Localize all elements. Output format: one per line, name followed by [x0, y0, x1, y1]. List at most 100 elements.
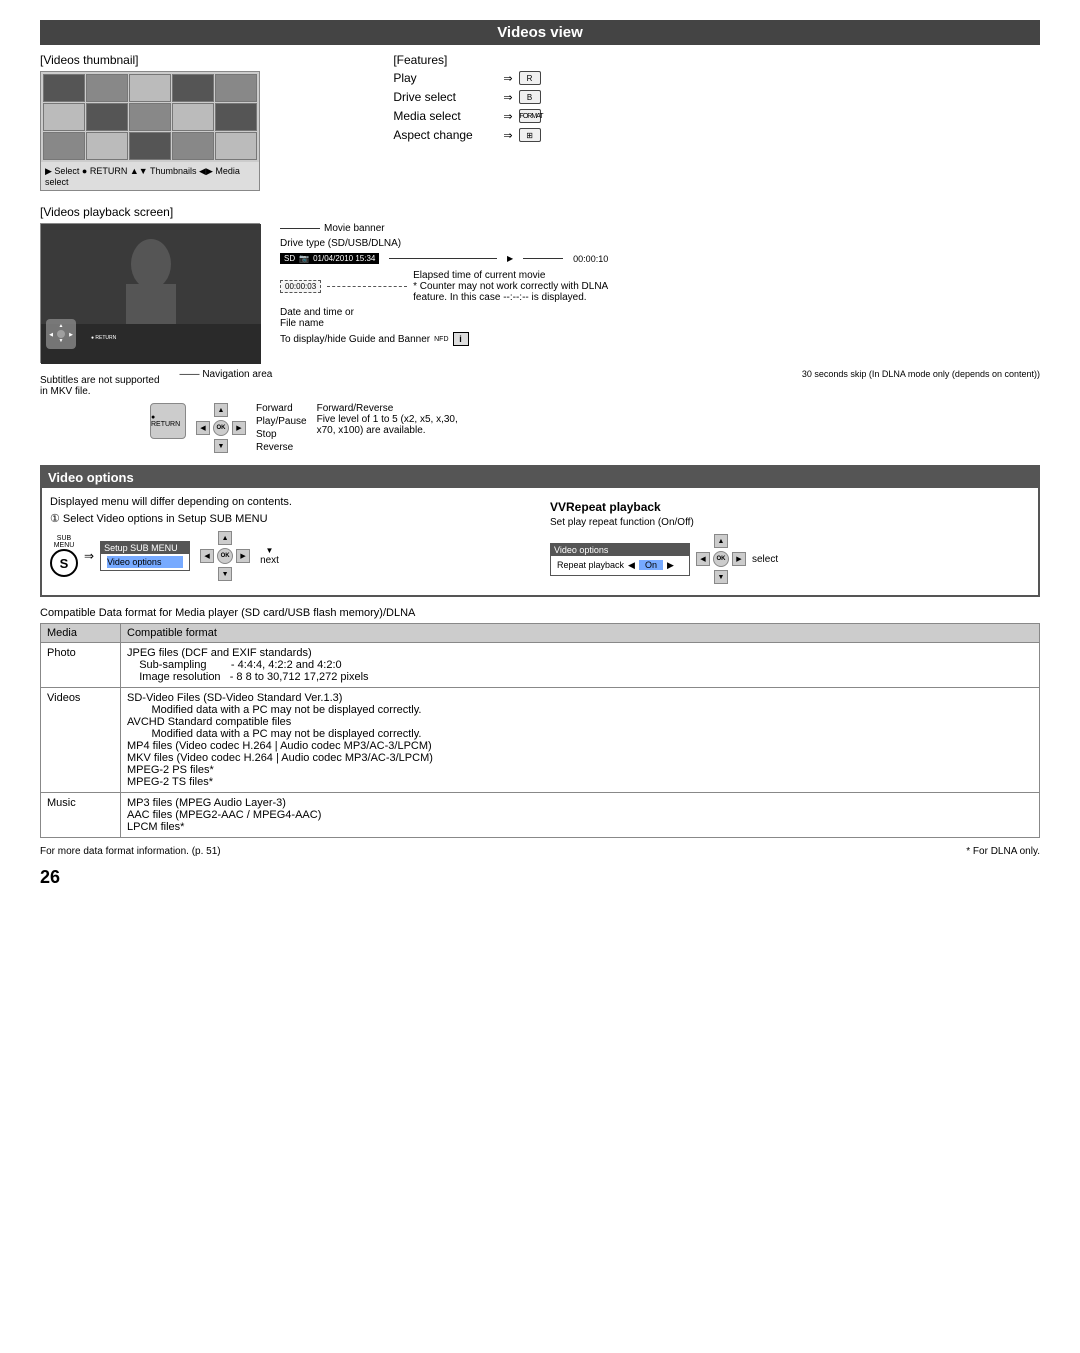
thumb-cell [86, 132, 128, 160]
dpad-up-button[interactable]: ▲ [214, 403, 228, 417]
thumb-cell [86, 74, 128, 102]
drive-datetime: 01/04/2010 15:34 [313, 254, 375, 263]
feature-play-label: Play [393, 71, 503, 85]
thumb-cell [129, 103, 171, 131]
repeat-item-label: Repeat playback [557, 560, 624, 570]
video-options-section: Video options Displayed menu will differ… [40, 465, 1040, 597]
sub-s-icon: S [50, 549, 78, 577]
features-section: [Features] Play ⇒ R Drive select ⇒ B Med… [393, 53, 1040, 191]
repeat-control-box: Video options Repeat playback ◀ On ▶ [550, 543, 690, 576]
forward-reverse-note: Forward/Reverse Five level of 1 to 5 (x2… [317, 403, 458, 436]
dpad-right-button[interactable]: ▶ [232, 421, 246, 435]
thumbnail-section: [Videos thumbnail] [40, 53, 363, 191]
menu-dpad-up[interactable]: ▲ [218, 531, 232, 545]
elapsed-label: Elapsed time of current movie [413, 270, 608, 281]
time-line [523, 258, 563, 259]
subtitles-note: Subtitles are not supportedin MKV file. [40, 375, 160, 397]
aspect-button-icon: ⊞ [519, 128, 541, 142]
media-photo: Photo [41, 643, 121, 688]
videos-view-section: Videos view [Videos thumbnail] [40, 20, 1040, 455]
menu-dpad-right[interactable]: ▶ [236, 549, 250, 563]
playback-screen-label: [Videos playback screen] [40, 205, 1040, 219]
skip-note-container: 30 seconds skip (In DLNA mode only (depe… [282, 369, 1040, 379]
levels-label: Five level of 1 to 5 (x2, x5, x,30, [317, 414, 458, 425]
col-format-header: Compatible format [121, 624, 1040, 643]
col-media-header: Media [41, 624, 121, 643]
table-row-videos: Videos SD-Video Files (SD-Video Standard… [41, 688, 1040, 793]
svg-text:▲: ▲ [59, 323, 64, 329]
levels2-label: x70, x100) are available. [317, 425, 458, 436]
total-time-display: 00:00:10 [573, 254, 608, 264]
forward-reverse-label: Forward/Reverse [317, 403, 458, 414]
thumb-cell [43, 103, 85, 131]
repeat-dpad-down[interactable]: ▼ [714, 570, 728, 584]
video-options-content: Displayed menu will differ depending on … [50, 496, 1030, 587]
repeat-control-row: Video options Repeat playback ◀ On ▶ ▲ [550, 534, 1030, 584]
next-label-container: ▼ next [260, 546, 279, 566]
repeat-control-header: Video options [551, 544, 689, 556]
svg-text:◀: ◀ [49, 332, 53, 338]
features-list: Play ⇒ R Drive select ⇒ B Media select ⇒… [393, 71, 1040, 142]
menu-box-item-video-options[interactable]: Video options [107, 556, 183, 568]
datetime-annotation: Date and time or File name [280, 307, 608, 329]
menu-dpad-ok[interactable]: OK [217, 548, 233, 564]
repeat-dpad-ok[interactable]: OK [713, 551, 729, 567]
page-container: Videos view [Videos thumbnail] [40, 20, 1040, 888]
svg-text:● RETURN: ● RETURN [91, 335, 117, 341]
dpad-ok-button[interactable]: OK [213, 420, 229, 436]
table-row-music: Music MP3 files (MPEG Audio Layer-3) AAC… [41, 793, 1040, 838]
screen-content: ▲ ▼ ◀ ▶ ● RETURN [41, 224, 259, 362]
thumb-cell [43, 132, 85, 160]
arrow-icon: ⇒ [503, 91, 512, 104]
select-label: select [752, 554, 778, 565]
v-icon: V [550, 500, 558, 514]
format-photo: JPEG files (DCF and EXIF standards) Sub-… [121, 643, 1040, 688]
elapsed-note2: feature. In this case --:--:-- is displa… [413, 292, 608, 303]
right-arrow-icon: ▶ [667, 560, 674, 571]
thumb-cell [43, 74, 85, 102]
feature-drive-select: Drive select ⇒ B [393, 90, 1040, 104]
drive-display-bar: SD 📷 01/04/2010 15:34 [280, 253, 379, 264]
return-button-diagram: ● RETURN [150, 403, 186, 439]
arrow-icon: ⇒ [503, 72, 512, 85]
playback-section: [Videos playback screen] [40, 205, 1040, 455]
drive-type-annotation: Drive type (SD/USB/DLNA) [280, 238, 608, 249]
menu-dpad-left[interactable]: ◀ [200, 549, 214, 563]
feature-play: Play ⇒ R [393, 71, 1040, 85]
skip-note: 30 seconds skip (In DLNA mode only (depe… [802, 369, 1040, 379]
left-arrow-icon: ◀ [628, 560, 635, 571]
nav-area-annotation: —— Navigation area [180, 369, 273, 380]
repeat-dpad-up[interactable]: ▲ [714, 534, 728, 548]
controls-diagram: ● RETURN ▲ ▼ ◀ ▶ OK Forward Play/Pause S… [40, 403, 1040, 455]
feature-media-select-label: Media select [393, 109, 503, 123]
dpad-left-button[interactable]: ◀ [196, 421, 210, 435]
repeat-playback-label: VRepeat playback [558, 500, 661, 514]
format-videos: SD-Video Files (SD-Video Standard Ver.1.… [121, 688, 1040, 793]
repeat-dpad-right[interactable]: ▶ [732, 552, 746, 566]
media-music: Music [41, 793, 121, 838]
compat-table: Media Compatible format Photo JPEG files… [40, 623, 1040, 838]
thumb-cell [215, 74, 257, 102]
repeat-control-row-inner: Repeat playback ◀ On ▶ [557, 558, 683, 573]
page-number: 26 [40, 867, 1040, 888]
sub-menu-label: SUBMENU [54, 535, 75, 549]
repeat-dpad-left[interactable]: ◀ [696, 552, 710, 566]
elapsed-time-box: 00:00:03 [280, 280, 321, 293]
dpad-down-button[interactable]: ▼ [214, 439, 228, 453]
filename-label: File name [280, 318, 354, 329]
arrow-icon: ⇒ [503, 129, 512, 142]
feature-aspect-change: Aspect change ⇒ ⊞ [393, 128, 1040, 142]
stop-label: Stop [256, 429, 307, 440]
drive-select-button-icon: B [519, 90, 541, 104]
play-indicator: ▶ [507, 254, 513, 263]
menu-dpad-down[interactable]: ▼ [218, 567, 232, 581]
thumb-cell [172, 103, 214, 131]
reverse-label: Reverse [256, 442, 307, 453]
play-pause-label: Play/Pause [256, 416, 307, 427]
video-options-desc: Displayed menu will differ depending on … [50, 496, 530, 508]
media-select-button-icon: FORMAT [519, 109, 541, 123]
arrow-icon: ⇒ [503, 110, 512, 123]
playback-screen: ▲ ▼ ◀ ▶ ● RETURN [40, 223, 260, 363]
drive-sd-label: SD [284, 254, 295, 263]
repeat-title: VVRepeat playback [550, 500, 1030, 514]
